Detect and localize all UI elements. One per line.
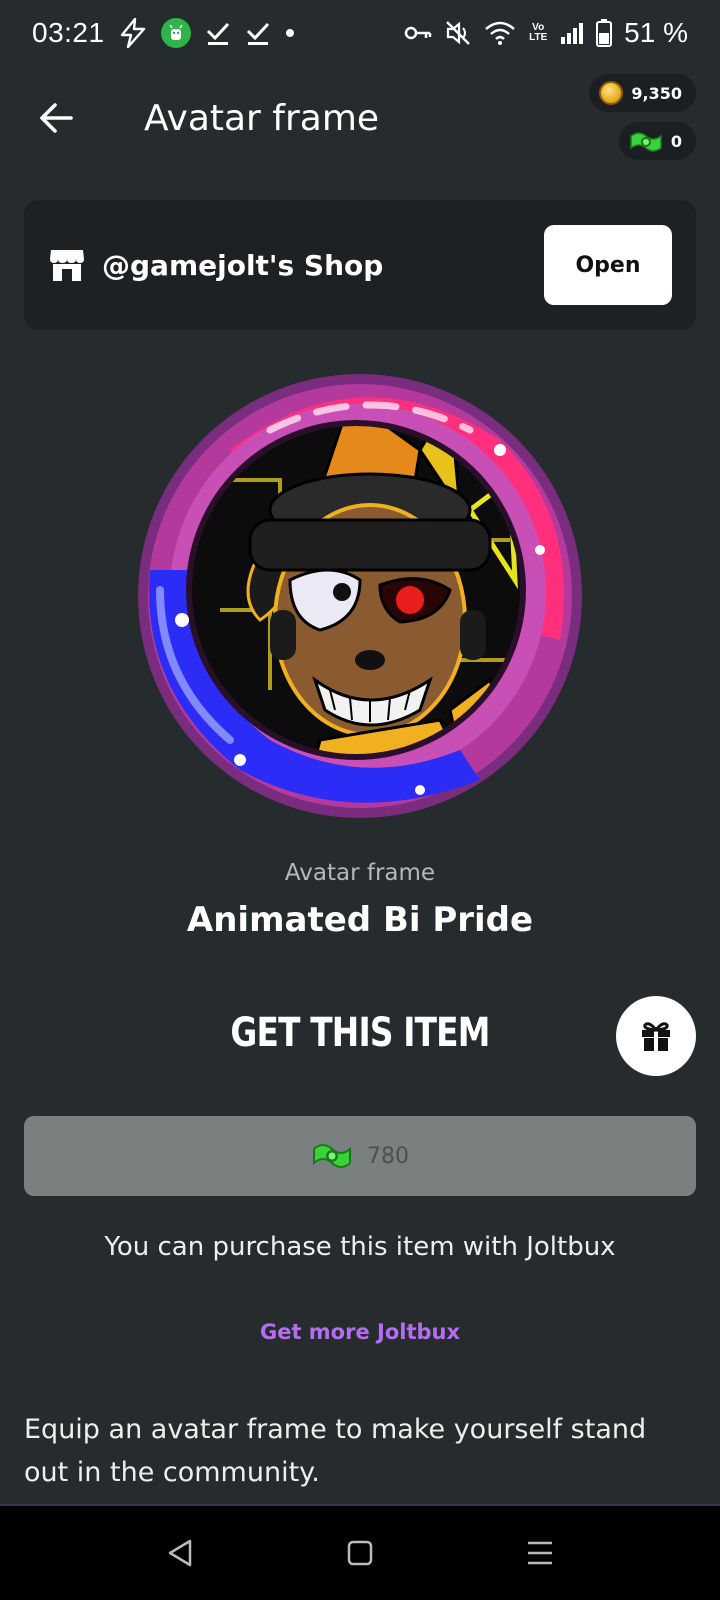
gift-button[interactable] (616, 996, 696, 1076)
purchase-note: You can purchase this item with Joltbux (104, 1232, 616, 1262)
status-bar: 03:21 Vo LTE 51 % (0, 0, 720, 66)
dot-icon (285, 19, 295, 47)
shop-card: @gamejolt's Shop Open (24, 200, 696, 330)
triangle-back-icon (168, 1539, 192, 1567)
price-value: 780 (367, 1143, 409, 1169)
joltbux-icon (630, 132, 662, 152)
wifi-icon (484, 19, 516, 47)
battery-percent: 51 % (624, 17, 688, 48)
volte-icon: Vo LTE (529, 22, 548, 43)
gift-icon (642, 1022, 670, 1051)
check-icon (205, 19, 231, 47)
back-button[interactable] (34, 96, 78, 140)
menu-lines-icon (528, 1541, 552, 1565)
avatar-frame-preview (120, 360, 600, 840)
item-description: Equip an avatar frame to make yourself s… (24, 1414, 647, 1488)
shop-name: @gamejolt's Shop (102, 248, 384, 282)
mute-icon (444, 19, 472, 47)
avatar-frame-image (138, 374, 582, 818)
page-title: Avatar frame (144, 98, 380, 139)
signal-icon (560, 19, 584, 47)
check-icon (245, 19, 271, 47)
battery-icon (596, 19, 613, 47)
system-nav-bar (0, 1506, 720, 1600)
coin-balance-value: 9,350 (631, 83, 682, 103)
joltbux-balance[interactable]: 0 (618, 122, 696, 160)
app-notification-icon (160, 18, 191, 48)
joltbux-balance-value: 0 (670, 131, 682, 151)
joltbux-icon (313, 1144, 351, 1168)
wallet: 9,350 0 (589, 74, 696, 160)
status-time: 03:21 (32, 17, 105, 48)
nav-recents-button[interactable] (510, 1523, 570, 1583)
app-header: Avatar frame 9,350 0 (0, 70, 720, 170)
get-more-joltbux-link[interactable]: Get more Joltbux (0, 1320, 720, 1344)
coin-balance[interactable]: 9,350 (589, 74, 696, 112)
item-name: Animated Bi Pride (186, 900, 534, 940)
store-icon (50, 250, 84, 281)
arrow-left-icon (40, 103, 73, 133)
get-item-heading: GET THIS ITEM (230, 1010, 490, 1056)
bolt-icon (119, 18, 147, 48)
square-home-icon (347, 1540, 373, 1566)
nav-back-button[interactable] (150, 1523, 210, 1583)
purchase-button[interactable]: 780 (24, 1116, 696, 1196)
key-icon (404, 19, 432, 47)
open-shop-button[interactable]: Open (544, 225, 672, 305)
coin-icon (599, 81, 624, 105)
item-type: Avatar frame (284, 860, 436, 886)
nav-home-button[interactable] (330, 1523, 390, 1583)
